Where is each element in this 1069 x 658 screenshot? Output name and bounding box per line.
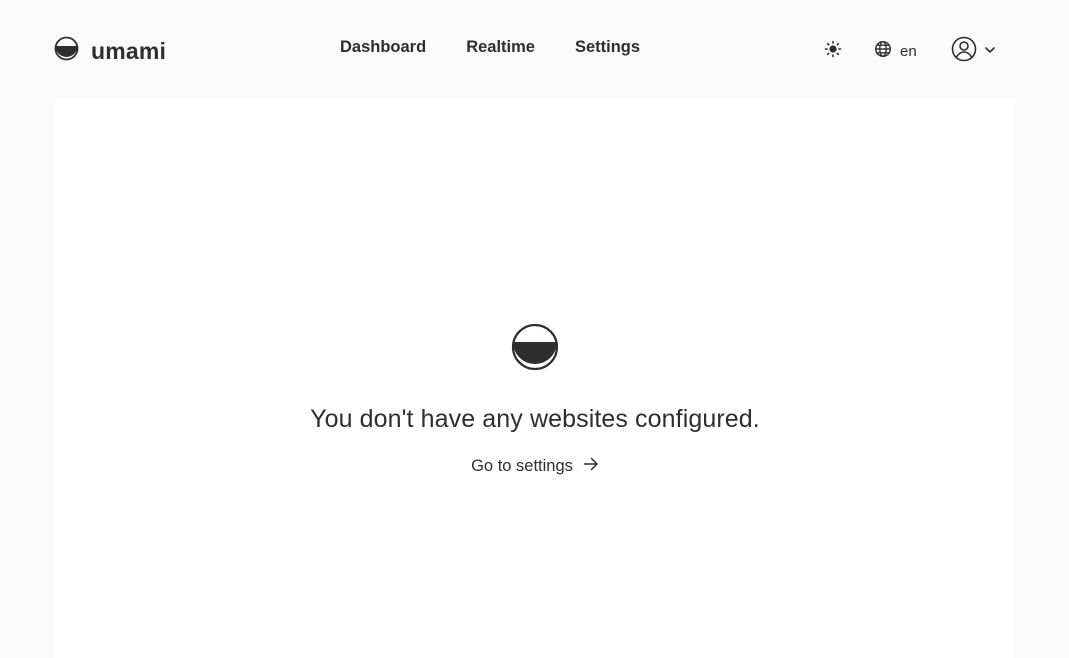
main-content: You don't have any websites configured. … <box>55 98 1015 658</box>
user-menu-button[interactable] <box>951 36 996 67</box>
theme-toggle-button[interactable] <box>823 40 843 64</box>
chevron-down-icon <box>984 43 996 61</box>
arrow-right-icon <box>583 456 599 477</box>
language-code: en <box>900 43 917 60</box>
user-circle-icon <box>951 36 977 67</box>
brand-logo-link[interactable]: umami <box>54 36 166 66</box>
empty-state: You don't have any websites configured. … <box>55 323 1015 477</box>
umami-logo-icon <box>54 36 79 66</box>
brand-name: umami <box>91 37 167 64</box>
top-header: umami Dashboard Realtime Settings en <box>0 0 1069 98</box>
language-selector[interactable]: en <box>874 40 917 63</box>
header-tools: en <box>823 36 996 67</box>
nav-dashboard[interactable]: Dashboard <box>340 38 426 57</box>
nav-realtime[interactable]: Realtime <box>466 38 535 57</box>
main-nav: Dashboard Realtime Settings <box>340 38 640 57</box>
go-to-settings-label: Go to settings <box>471 457 573 475</box>
sun-icon <box>824 40 842 63</box>
empty-state-message: You don't have any websites configured. <box>310 405 760 433</box>
go-to-settings-link[interactable]: Go to settings <box>471 456 599 477</box>
umami-logo-icon <box>510 323 560 375</box>
globe-icon <box>874 40 892 63</box>
nav-settings[interactable]: Settings <box>575 38 640 57</box>
